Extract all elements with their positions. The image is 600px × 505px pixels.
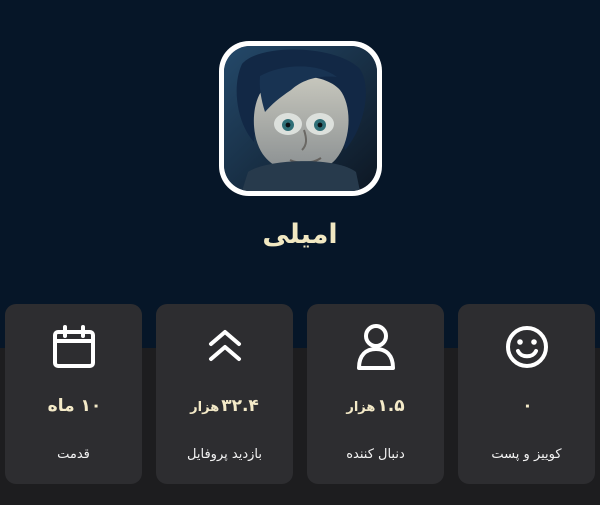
stat-card-profile-views[interactable]: ۳۲.۴هزار بازدید پروفایل — [156, 304, 293, 484]
stat-value: ۱۰ ماه — [5, 396, 142, 416]
stat-label: بازدید پروفایل — [187, 447, 262, 462]
stat-unit: هزار — [190, 400, 220, 415]
smiley-icon — [458, 322, 595, 372]
stat-card-followers[interactable]: ۱.۵هزار دنبال کننده — [307, 304, 444, 484]
stat-card-quizzes-posts[interactable]: ۰ کوییز و پست — [458, 304, 595, 484]
stat-label: دنبال کننده — [346, 447, 405, 462]
stat-label: کوییز و پست — [491, 447, 562, 462]
stat-number: ۱.۵ — [377, 396, 405, 416]
profile-stats: ۱۰ ماه قدمت ۳۲.۴هزار بازدید پروفایل ۱.۵ه… — [5, 304, 595, 484]
calendar-icon — [5, 322, 142, 372]
stat-number: ۰ — [522, 396, 533, 416]
stat-value: ۱.۵هزار — [307, 396, 444, 416]
stat-unit: هزار — [346, 400, 376, 415]
double-chevron-up-icon — [156, 322, 293, 372]
avatar-image — [224, 46, 377, 191]
stat-label: قدمت — [57, 447, 90, 462]
stat-card-age[interactable]: ۱۰ ماه قدمت — [5, 304, 142, 484]
stat-value: ۳۲.۴هزار — [156, 396, 293, 416]
profile-name: امیلی — [262, 219, 338, 250]
stat-number: ۳۲.۴ — [221, 396, 259, 416]
stat-value: ۰ — [458, 396, 595, 416]
avatar[interactable] — [219, 41, 382, 196]
stat-number: ۱۰ ماه — [47, 396, 102, 416]
user-icon — [307, 322, 444, 372]
